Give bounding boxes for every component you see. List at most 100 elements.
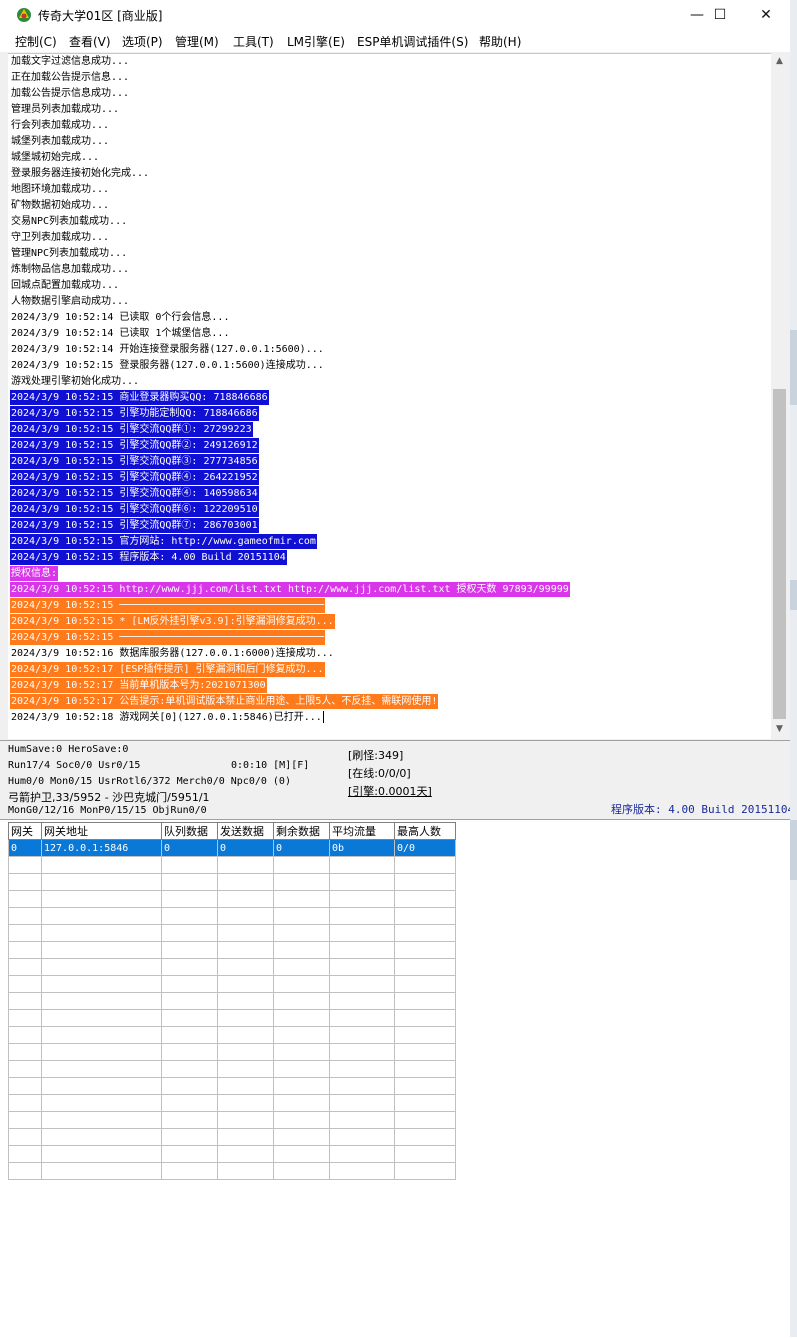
table-row-empty[interactable] [8, 958, 456, 976]
empty-cell [217, 941, 274, 959]
log-line: 地图环境加载成功... [10, 182, 110, 197]
empty-cell [329, 1043, 395, 1061]
empty-cell [394, 975, 456, 993]
menu-options[interactable]: 选项(P) [122, 33, 163, 50]
empty-cell [217, 907, 274, 925]
empty-cell [394, 924, 456, 942]
table-row-empty[interactable] [8, 873, 456, 891]
table-row-empty[interactable] [8, 1145, 456, 1163]
empty-cell [161, 1043, 218, 1061]
menu-control[interactable]: 控制(C) [15, 33, 57, 50]
log-line: 交易NPC列表加载成功... [10, 214, 128, 229]
log-line-text: 2024/3/9 10:52:15 引擎交流QQ群④: 140598634 [11, 488, 258, 499]
empty-cell [161, 1077, 218, 1095]
empty-cell [217, 1145, 274, 1163]
col-gateway[interactable]: 网关 [8, 822, 42, 840]
table-row-empty[interactable] [8, 1162, 456, 1180]
scroll-up-icon[interactable]: ▲ [771, 53, 788, 70]
table-row[interactable]: 0 127.0.0.1:5846 0 0 0 0b 0/0 [8, 839, 456, 857]
table-row-empty[interactable] [8, 1060, 456, 1078]
empty-cell [8, 941, 42, 959]
cell-sent: 0 [217, 839, 274, 857]
empty-cell [8, 924, 42, 942]
menu-manage[interactable]: 管理(M) [175, 33, 219, 50]
empty-cell [161, 992, 218, 1010]
log-output[interactable]: 加载文字过滤信息成功... 正在加载公告提示信息... 加载公告提示信息成功... 管… [8, 53, 771, 739]
scroll-thumb[interactable] [773, 389, 786, 719]
table-row-empty[interactable] [8, 1043, 456, 1061]
col-queue[interactable]: 队列数据 [161, 822, 218, 840]
cell-remain: 0 [273, 839, 330, 857]
table-row-empty[interactable] [8, 1009, 456, 1027]
empty-cell [273, 992, 330, 1010]
empty-cell [8, 1162, 42, 1180]
empty-cell [161, 975, 218, 993]
empty-cell [41, 1077, 162, 1095]
empty-cell [329, 992, 395, 1010]
log-line: 2024/3/9 10:52:17 当前单机版本号为:2021071300 [10, 678, 267, 693]
table-row-empty[interactable] [8, 992, 456, 1010]
title-bar[interactable]: 传奇大学01区 [商业版] — ☐ ✕ [0, 0, 790, 30]
background-window-edge [790, 0, 797, 1337]
table-row-empty[interactable] [8, 1128, 456, 1146]
maximize-button[interactable]: ☐ [697, 0, 743, 30]
empty-cell [41, 941, 162, 959]
log-line-text: 2024/3/9 10:52:15 * [LM反外挂引擎v3.9]:引擎漏洞修复… [11, 616, 334, 627]
table-row-empty[interactable] [8, 1026, 456, 1044]
table-row-empty[interactable] [8, 890, 456, 908]
table-row-empty[interactable] [8, 1111, 456, 1129]
log-line: 游戏处理引擎初始化成功... [10, 374, 140, 389]
menu-view[interactable]: 查看(V) [69, 33, 111, 50]
col-sent[interactable]: 发送数据 [217, 822, 274, 840]
empty-cell [273, 975, 330, 993]
empty-cell [41, 992, 162, 1010]
log-line: 正在加载公告提示信息... [10, 70, 130, 85]
col-remain[interactable]: 剩余数据 [273, 822, 330, 840]
empty-cell [329, 907, 395, 925]
empty-cell [273, 924, 330, 942]
log-scrollbar[interactable]: ▲ ▼ [771, 53, 788, 738]
log-line-text: 行会列表加载成功... [11, 120, 110, 131]
text-caret [322, 711, 324, 723]
empty-cell [394, 1128, 456, 1146]
log-line-text: 2024/3/9 10:52:17 公告提示:单机调试版本禁止商业用途、上限5人… [11, 696, 438, 707]
table-row-empty[interactable] [8, 941, 456, 959]
empty-cell [161, 907, 218, 925]
scroll-down-icon[interactable]: ▼ [771, 721, 788, 738]
status-engine-link[interactable]: [引擎:0.0001天] [348, 783, 432, 799]
menu-help[interactable]: 帮助(H) [479, 33, 521, 50]
empty-cell [41, 890, 162, 908]
log-line-text: 2024/3/9 10:52:15 ──────────────────────… [11, 600, 325, 611]
col-address[interactable]: 网关地址 [41, 822, 162, 840]
col-max-users[interactable]: 最高人数 [394, 822, 456, 840]
log-line: 登录服务器连接初始化完成... [10, 166, 150, 181]
empty-cell [394, 890, 456, 908]
table-row-empty[interactable] [8, 856, 456, 874]
close-button[interactable]: ✕ [743, 0, 789, 30]
empty-cell [41, 1009, 162, 1027]
empty-cell [217, 975, 274, 993]
col-avg-flow[interactable]: 平均流量 [329, 822, 395, 840]
empty-cell [161, 941, 218, 959]
menu-esp-plugin[interactable]: ESP单机调试插件(S) [357, 33, 468, 50]
table-row-empty[interactable] [8, 1077, 456, 1095]
empty-cell [394, 1094, 456, 1112]
log-line-text: 管理员列表加载成功... [11, 104, 120, 115]
empty-cell [8, 1111, 42, 1129]
menu-tools[interactable]: 工具(T) [233, 33, 274, 50]
log-line: 加载文字过滤信息成功... [10, 54, 130, 69]
empty-cell [217, 1128, 274, 1146]
table-row-empty[interactable] [8, 924, 456, 942]
table-row-empty[interactable] [8, 1094, 456, 1112]
empty-cell [217, 1094, 274, 1112]
log-line: 2024/3/9 10:52:15 引擎交流QQ群①: 27299223 [10, 422, 253, 437]
menu-lm-engine[interactable]: LM引擎(E) [287, 33, 345, 50]
log-line-text: 加载文字过滤信息成功... [11, 56, 130, 67]
empty-cell [8, 1009, 42, 1027]
empty-cell [161, 1111, 218, 1129]
log-line-text: 登录服务器连接初始化完成... [11, 168, 150, 179]
window-title: 传奇大学01区 [商业版] [38, 9, 163, 23]
table-row-empty[interactable] [8, 907, 456, 925]
table-row-empty[interactable] [8, 975, 456, 993]
empty-cell [161, 924, 218, 942]
